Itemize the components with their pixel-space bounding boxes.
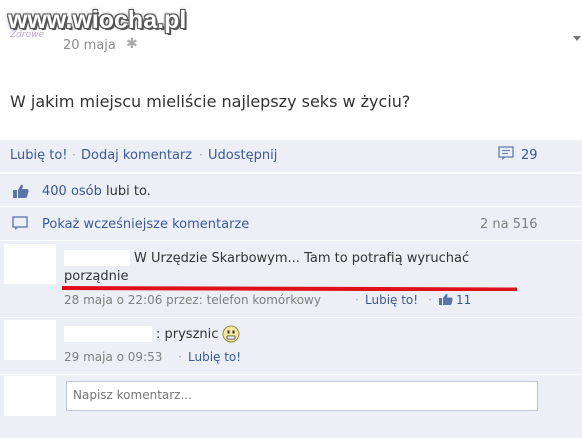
- thumbs-up-icon[interactable]: [438, 293, 454, 306]
- share-link[interactable]: Udostępnij: [208, 148, 277, 163]
- avatar[interactable]: [4, 244, 56, 284]
- separator: ·: [72, 148, 76, 162]
- separator: ·: [178, 350, 182, 364]
- add-comment-link[interactable]: Dodaj komentarz: [81, 148, 192, 163]
- avatar: [4, 376, 56, 416]
- comment-input[interactable]: [67, 382, 537, 408]
- comment-meta: 28 maja o 22:06 przez: telefon komórkowy: [64, 293, 321, 307]
- smiley-emoticon-icon: [222, 325, 240, 343]
- likes-label: lubi to.: [106, 184, 151, 199]
- separator: ·: [199, 148, 203, 162]
- comment-text-continued: porządnie: [64, 269, 129, 284]
- thumbs-up-icon: [13, 184, 29, 198]
- separator: ·: [355, 293, 359, 307]
- comment-text: W Urzędzie Skarbowym... Tam to potrafią …: [134, 251, 470, 266]
- comments-paging-count: 2 na 516: [480, 217, 538, 232]
- comment-meta: 29 maja o 09:53: [64, 350, 163, 364]
- author-name[interactable]: Zdrowe: [10, 30, 44, 40]
- post-date[interactable]: 20 maja: [63, 38, 116, 53]
- comment-like-link[interactable]: Lubię to!: [365, 293, 418, 307]
- comment-text: : prysznic: [156, 327, 219, 342]
- show-earlier-comments-link[interactable]: Pokaż wcześniejsze komentarze: [42, 217, 249, 232]
- comment-like-link[interactable]: Lubię to!: [188, 350, 241, 364]
- comment-like-count[interactable]: 11: [456, 293, 471, 307]
- status-text: W jakim miejscu mieliście najlepszy seks…: [10, 92, 411, 111]
- comment-icon[interactable]: [498, 146, 514, 160]
- gear-icon[interactable]: ✱: [126, 36, 138, 52]
- comment-input-box[interactable]: [66, 381, 538, 411]
- comment-count[interactable]: 29: [521, 148, 538, 163]
- red-underline-mark: [62, 286, 517, 291]
- scrollbar-arrow-icon[interactable]: [572, 30, 582, 70]
- like-link[interactable]: Lubię to!: [10, 148, 68, 163]
- commenter-name[interactable]: [64, 326, 152, 342]
- likes-count-link[interactable]: 400 osób: [42, 184, 102, 199]
- avatar[interactable]: [4, 320, 56, 360]
- commenter-name[interactable]: [64, 250, 130, 266]
- separator: ·: [428, 293, 432, 307]
- speech-bubble-icon: [12, 216, 28, 230]
